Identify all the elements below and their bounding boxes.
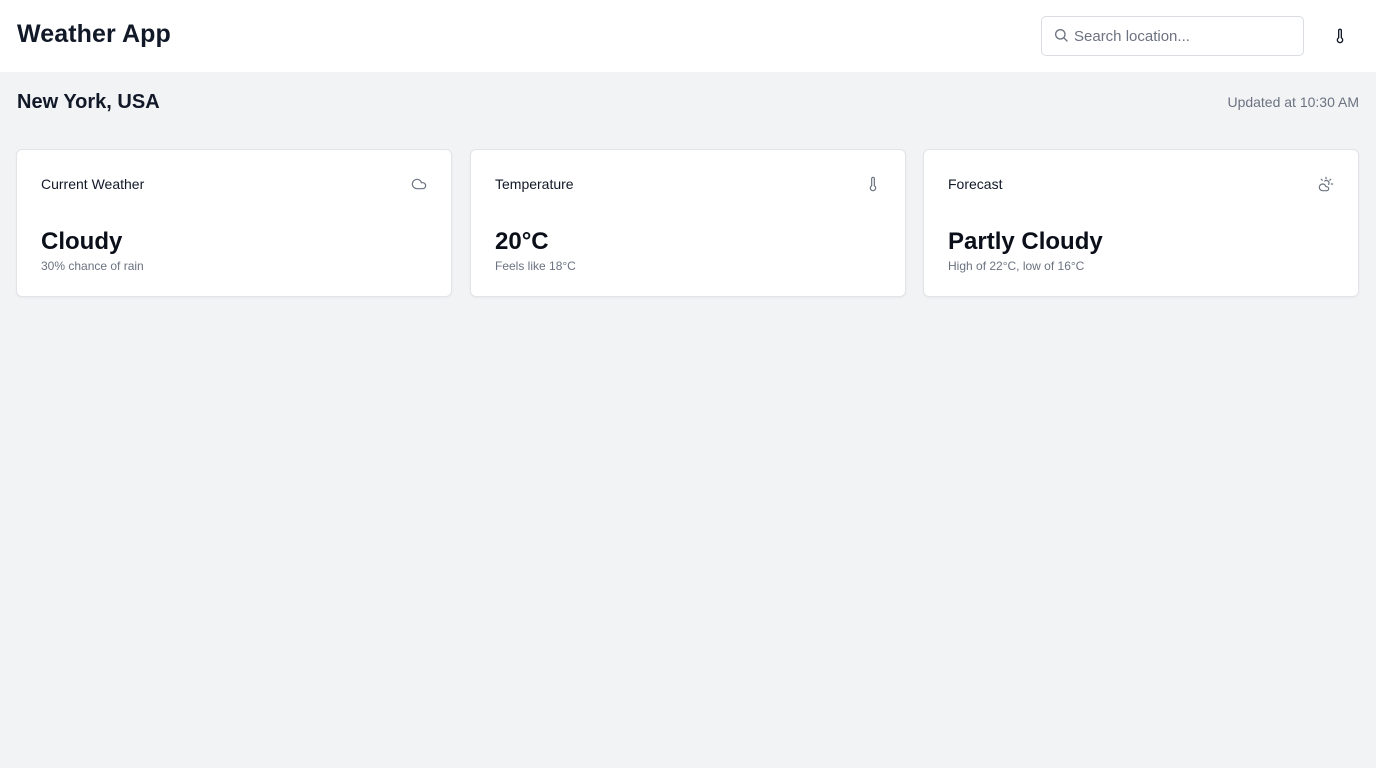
current-weather-card: Current Weather Cloudy 30% chance of rai… [16,149,452,297]
card-subtext: Feels like 18°C [495,259,576,273]
updated-timestamp: Updated at 10:30 AM [1227,94,1359,110]
card-title: Forecast [948,176,1003,192]
temperature-card: Temperature 20°C Feels like 18°C [470,149,906,297]
card-value: Cloudy [41,228,123,255]
location-bar: New York, USA Updated at 10:30 AM [0,72,1376,132]
thermometer-icon [1336,28,1344,44]
forecast-card: Forecast Partly Cloudy High of 22°C, low… [923,149,1359,297]
app-title: Weather App [17,20,171,48]
unit-toggle-button[interactable] [1328,24,1352,48]
location-name: New York, USA [17,91,160,113]
search-input[interactable] [1074,18,1300,54]
thermometer-icon [869,176,877,192]
top-bar: Weather App [0,0,1376,72]
card-title: Temperature [495,176,574,192]
card-title: Current Weather [41,176,145,192]
card-value: Partly Cloudy [948,228,1103,255]
cloud-sun-icon [1318,176,1334,192]
card-subtext: 30% chance of rain [41,259,144,273]
card-subtext: High of 22°C, low of 16°C [948,259,1085,273]
card-value: 20°C [495,228,549,255]
search-icon [1055,29,1068,42]
cloud-icon [411,178,427,190]
search-box[interactable] [1041,16,1304,56]
